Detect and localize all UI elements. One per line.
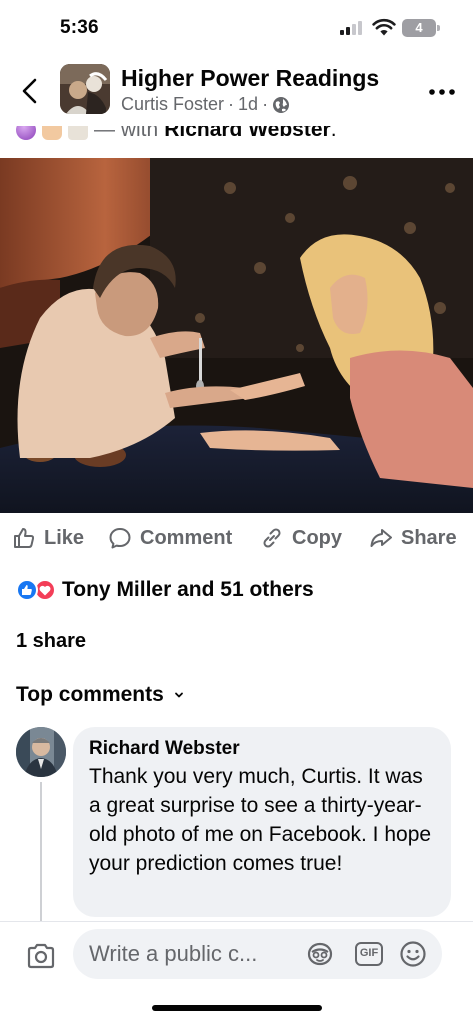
comment-label: Comment <box>140 526 233 549</box>
share-arrow-icon <box>370 529 392 547</box>
more-options-icon[interactable] <box>426 82 458 102</box>
post-caption: — with Richard Webster . <box>0 126 473 150</box>
share-button[interactable]: Share <box>369 526 457 550</box>
page-avatar[interactable] <box>60 64 110 114</box>
like-button[interactable]: Like <box>12 526 84 550</box>
comment-sort-dropdown[interactable]: Top comments <box>16 683 184 707</box>
caption-end: . <box>330 126 337 141</box>
crystal-ball-emoji-icon <box>16 126 36 140</box>
share-label: Share <box>401 526 457 549</box>
like-label: Like <box>44 526 85 549</box>
comment-thread-line <box>40 782 42 922</box>
comment-input[interactable]: Write a public c... GIF <box>73 929 442 979</box>
face-emoji-icon <box>68 126 88 140</box>
copy-label: Copy <box>292 526 342 549</box>
avatar-sticker-icon[interactable] <box>306 941 334 967</box>
share-count[interactable]: 1 share <box>16 630 86 653</box>
camera-icon[interactable] <box>26 943 56 969</box>
wifi-icon <box>372 18 396 36</box>
meta-separator: · <box>228 94 235 114</box>
post-action-bar: Like Comment Copy Share <box>0 520 473 560</box>
comment-author[interactable]: Richard Webster <box>89 737 435 761</box>
commenter-avatar-image <box>16 727 66 777</box>
battery-cap <box>437 25 440 31</box>
copy-link-button[interactable]: Copy <box>260 526 342 550</box>
back-button[interactable] <box>16 74 44 108</box>
comment-sort-label: Top comments <box>16 683 164 706</box>
raised-hand-emoji-icon <box>42 126 62 140</box>
post-age[interactable]: 1d <box>238 94 258 115</box>
thumbs-up-icon <box>14 528 35 548</box>
home-indicator[interactable] <box>152 1005 322 1011</box>
link-icon <box>263 528 281 548</box>
comment-text: Thank you very much, Curtis. It was a gr… <box>89 765 432 875</box>
globe-icon <box>273 96 290 113</box>
page-name[interactable]: Higher Power Readings <box>121 65 379 92</box>
caption-with: — with <box>94 126 159 141</box>
status-bar: 5:36 4 <box>0 0 473 56</box>
post-photo-image <box>0 158 473 513</box>
commenter-avatar[interactable] <box>16 727 66 777</box>
caption-tagged-person[interactable]: Richard Webster <box>164 126 331 142</box>
status-time: 5:36 <box>60 17 99 38</box>
like-reaction-icon <box>16 579 38 601</box>
comment-button[interactable]: Comment <box>108 526 232 550</box>
page-avatar-image <box>60 64 110 114</box>
battery-indicator: 4 <box>402 19 436 37</box>
chevron-down-icon <box>174 692 183 698</box>
gif-button[interactable]: GIF <box>355 942 383 966</box>
post-header: Higher Power Readings Curtis Foster · 1d… <box>0 56 473 126</box>
post-photo[interactable] <box>0 158 473 513</box>
comment-input-placeholder: Write a public c... <box>89 941 258 966</box>
emoji-icon[interactable] <box>399 940 427 968</box>
meta-separator: · <box>262 94 269 114</box>
post-author[interactable]: Curtis Foster <box>121 94 224 115</box>
comment-icon <box>109 528 131 549</box>
cellular-signal-icon <box>340 21 366 35</box>
reactions-summary[interactable]: Tony Miller and 51 others <box>16 575 314 605</box>
reactions-text: Tony Miller and 51 others <box>62 578 314 601</box>
post-meta: Curtis Foster · 1d · <box>121 94 290 115</box>
comment-bubble[interactable]: Richard Webster Thank you very much, Cur… <box>73 727 451 917</box>
